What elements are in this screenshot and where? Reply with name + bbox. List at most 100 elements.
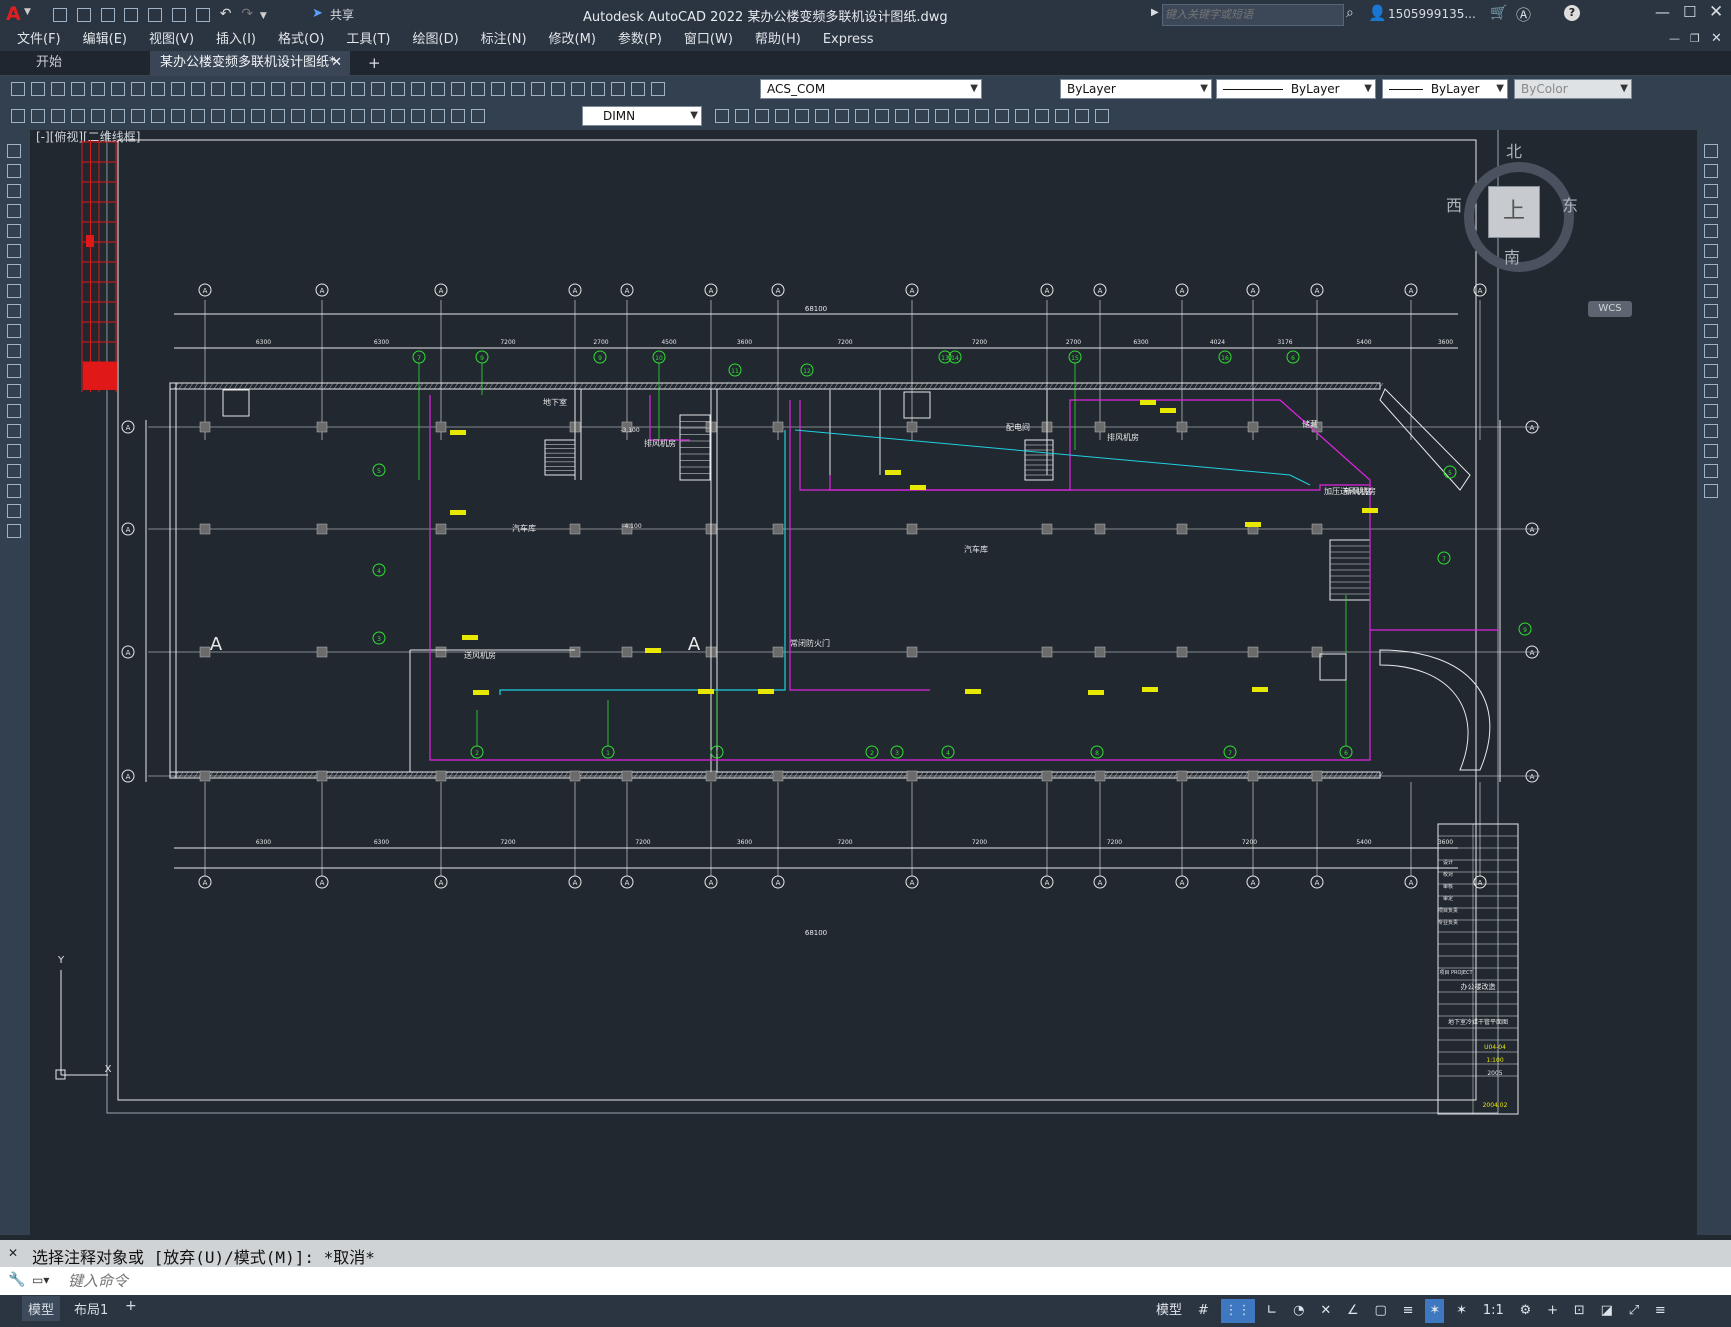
standard-tool-icon[interactable] <box>271 81 285 96</box>
selection-cycling-icon[interactable]: ▢ <box>1371 1299 1391 1323</box>
dimension-tool-icon[interactable] <box>451 108 465 123</box>
dimension-tool-icon[interactable] <box>271 108 285 123</box>
grid-icon[interactable]: # <box>1194 1299 1213 1323</box>
layer-tools-tool-icon[interactable] <box>1035 108 1049 123</box>
draw-tool-icon[interactable] <box>7 284 21 298</box>
dimension-tool-icon[interactable] <box>431 108 445 123</box>
layout-tab-model[interactable]: 模型 <box>22 1296 61 1321</box>
standard-tool-icon[interactable] <box>311 81 325 96</box>
viewcube-west[interactable]: 西 <box>1446 192 1462 216</box>
menu-item[interactable]: 参数(P) <box>607 29 673 51</box>
layer-tools-tool-icon[interactable] <box>995 108 1009 123</box>
tab-start[interactable]: 开始 <box>26 51 146 75</box>
layer-tools-tool-icon[interactable] <box>915 108 929 123</box>
workspace-gear-icon[interactable]: ⚙ <box>1516 1299 1536 1323</box>
annotation-monitor-icon[interactable]: + <box>1543 1299 1562 1323</box>
layer-tools-tool-icon[interactable] <box>955 108 969 123</box>
standard-tool-icon[interactable] <box>431 81 445 96</box>
save-web-icon[interactable] <box>172 7 187 22</box>
standard-tool-icon[interactable] <box>391 81 405 96</box>
standard-tool-icon[interactable] <box>351 81 365 96</box>
doc-close-icon[interactable]: ✕ <box>1711 31 1722 46</box>
draw-tool-icon[interactable] <box>7 464 21 478</box>
user-name[interactable]: 1505999135... <box>1388 7 1476 21</box>
dimension-tool-icon[interactable] <box>311 108 325 123</box>
viewcube-face[interactable]: 上 <box>1488 186 1540 238</box>
layer-tools-tool-icon[interactable] <box>715 108 729 123</box>
model-space-button[interactable]: 模型 <box>1152 1299 1186 1323</box>
tab-close-icon[interactable]: ✕ <box>331 51 342 75</box>
menu-item[interactable]: 视图(V) <box>138 29 205 51</box>
draw-tool-icon[interactable] <box>7 484 21 498</box>
layer-tools-tool-icon[interactable] <box>1055 108 1069 123</box>
dimension-tool-icon[interactable] <box>411 108 425 123</box>
modify-tool-icon[interactable] <box>1704 144 1718 158</box>
dimension-tool-icon[interactable] <box>231 108 245 123</box>
menu-item[interactable]: 标注(N) <box>470 29 538 51</box>
cmd-prompt-icon[interactable]: ▭▾ <box>32 1273 49 1287</box>
layer-tools-tool-icon[interactable] <box>975 108 989 123</box>
open-web-icon[interactable] <box>148 7 163 22</box>
layout-tab-layout1[interactable]: 布局1 <box>68 1296 114 1321</box>
draw-tool-icon[interactable] <box>7 264 21 278</box>
draw-tool-icon[interactable] <box>7 504 21 518</box>
layer-tools-tool-icon[interactable] <box>1095 108 1109 123</box>
menu-item[interactable]: 格式(O) <box>267 29 335 51</box>
dimension-tool-icon[interactable] <box>391 108 405 123</box>
standard-tool-icon[interactable] <box>591 81 605 96</box>
standard-tool-icon[interactable] <box>551 81 565 96</box>
modify-tool-icon[interactable] <box>1704 364 1718 378</box>
draw-tool-icon[interactable] <box>7 324 21 338</box>
fullscreen-icon[interactable]: ⤢ <box>1625 1299 1643 1323</box>
draw-tool-icon[interactable] <box>7 424 21 438</box>
color-combo[interactable]: ByColor ▼ <box>1514 79 1632 99</box>
standard-tool-icon[interactable] <box>251 81 265 96</box>
save-icon[interactable] <box>100 7 115 22</box>
modify-tool-icon[interactable] <box>1704 284 1718 298</box>
command-input[interactable] <box>66 1270 1710 1292</box>
polar-icon[interactable]: ◔ <box>1289 1299 1308 1323</box>
dimension-tool-icon[interactable] <box>131 108 145 123</box>
dimension-tool-icon[interactable] <box>471 108 485 123</box>
new-file-icon[interactable] <box>53 7 67 22</box>
standard-tool-icon[interactable] <box>11 81 25 96</box>
close-icon[interactable]: ✕ <box>1709 2 1723 22</box>
standard-tool-icon[interactable] <box>651 81 665 96</box>
dimension-tool-icon[interactable] <box>351 108 365 123</box>
standard-tool-icon[interactable] <box>331 81 345 96</box>
menu-item[interactable]: 编辑(E) <box>72 29 138 51</box>
standard-tool-icon[interactable] <box>111 81 125 96</box>
qat-dropdown-icon[interactable]: ▼ <box>260 11 267 21</box>
dimension-tool-icon[interactable] <box>11 108 25 123</box>
draw-tool-icon[interactable] <box>7 224 21 238</box>
modify-tool-icon[interactable] <box>1704 424 1718 438</box>
dimension-tool-icon[interactable] <box>171 108 185 123</box>
search-input[interactable] <box>1163 5 1337 25</box>
autocad-logo-icon[interactable]: A <box>6 3 21 25</box>
standard-tool-icon[interactable] <box>71 81 85 96</box>
modify-tool-icon[interactable] <box>1704 244 1718 258</box>
standard-tool-icon[interactable] <box>631 81 645 96</box>
plot-icon[interactable] <box>195 7 210 22</box>
dimension-tool-icon[interactable] <box>371 108 385 123</box>
layer-tools-tool-icon[interactable] <box>1075 108 1089 123</box>
osnap-icon[interactable]: ✕ <box>1316 1299 1335 1323</box>
share-button[interactable]: 共享 <box>330 6 354 23</box>
layer-tools-tool-icon[interactable] <box>855 108 869 123</box>
doc-minimize-icon[interactable]: — <box>1669 32 1680 45</box>
menu-item[interactable]: 帮助(H) <box>744 29 812 51</box>
doc-restore-icon[interactable]: ❐ <box>1690 32 1700 45</box>
search-icon[interactable]: ⌕ <box>1346 5 1354 21</box>
search-box[interactable] <box>1162 4 1344 26</box>
layer-tools-tool-icon[interactable] <box>1015 108 1029 123</box>
dimension-tool-icon[interactable] <box>191 108 205 123</box>
app-menu-chevron-icon[interactable]: ▼ <box>24 7 31 17</box>
layer-tools-tool-icon[interactable] <box>875 108 889 123</box>
tab-drawing[interactable]: 某办公楼变频多联机设计图纸* ✕ <box>150 51 350 75</box>
viewcube-east[interactable]: 东 <box>1562 192 1578 216</box>
standard-tool-icon[interactable] <box>411 81 425 96</box>
new-tab-button[interactable]: + <box>358 51 384 75</box>
draw-tool-icon[interactable] <box>7 444 21 458</box>
ortho-icon[interactable]: ∟ <box>1262 1299 1281 1323</box>
draw-tool-icon[interactable] <box>7 204 21 218</box>
